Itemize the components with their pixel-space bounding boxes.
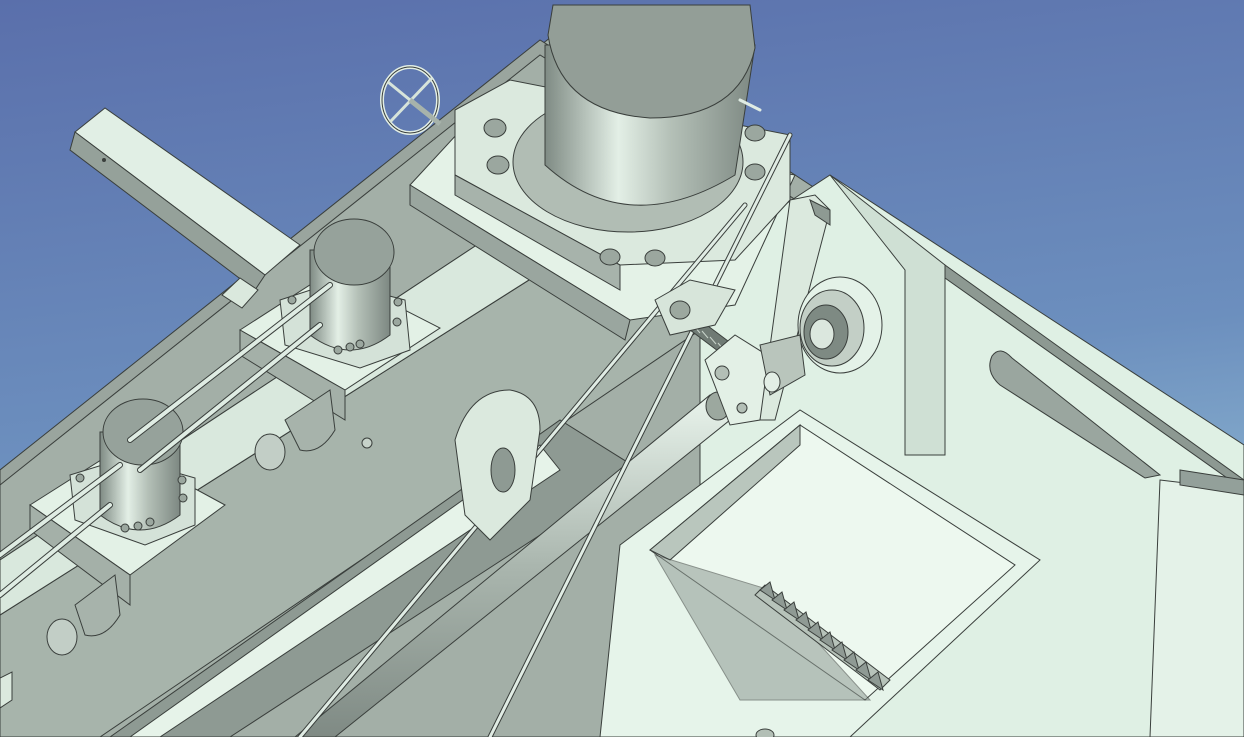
model-canvas[interactable]: [0, 0, 1244, 737]
cad-3d-viewport[interactable]: [0, 0, 1244, 737]
bottom-bolt: [755, 728, 775, 737]
beam-hole: [102, 158, 106, 162]
right-inner-wall: [1149, 479, 1244, 737]
large-cylinder[interactable]: [512, 4, 756, 233]
rail-hole: [361, 437, 373, 449]
